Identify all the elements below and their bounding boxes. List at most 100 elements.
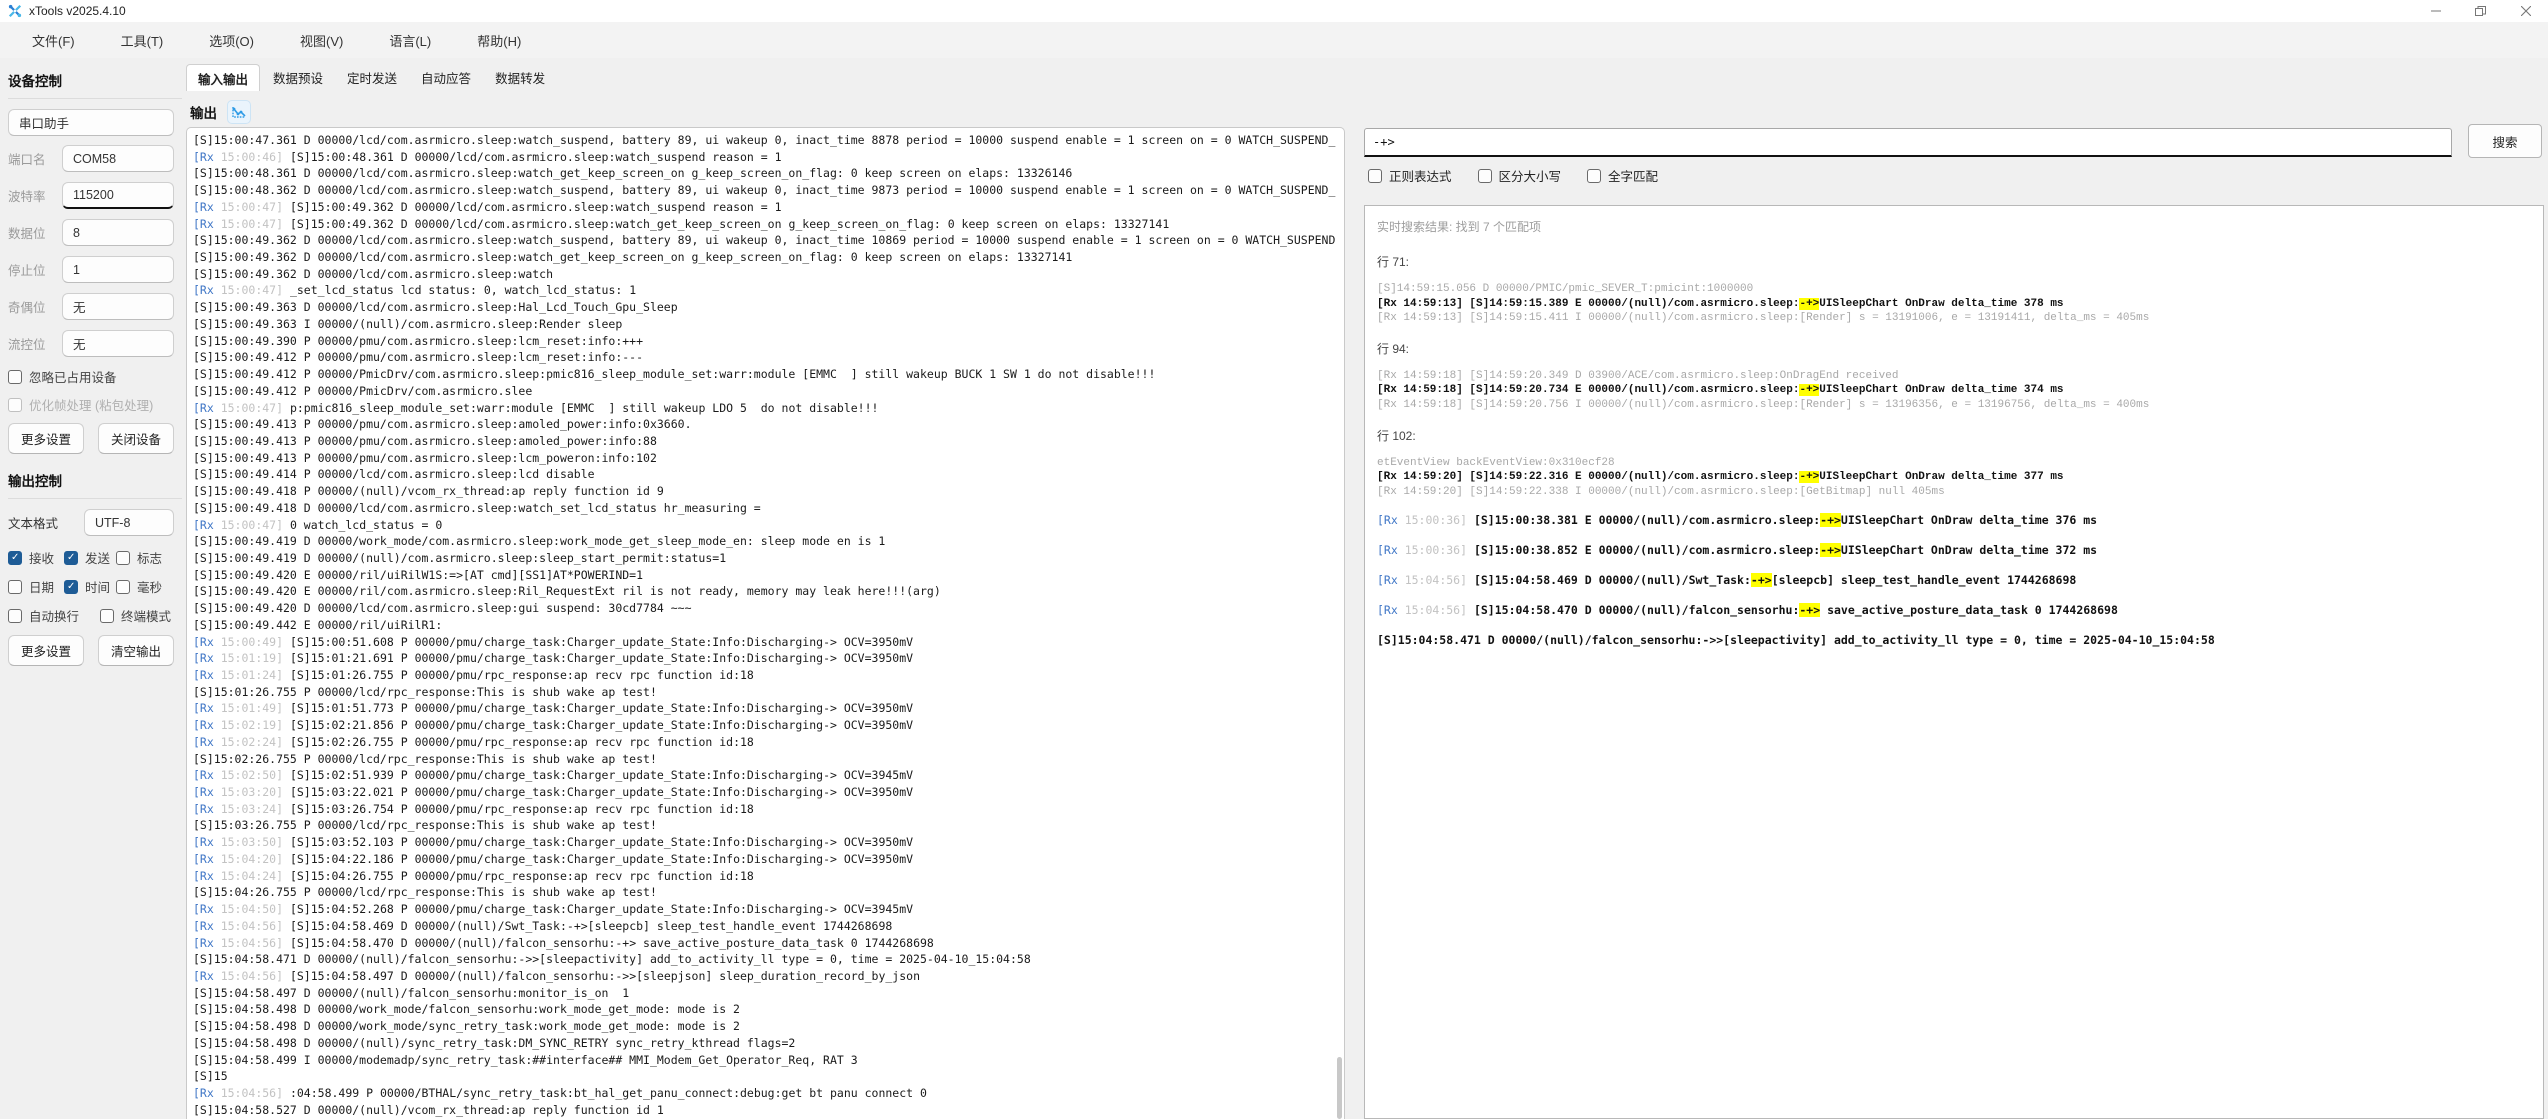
- rx-time: 15:00:47]: [221, 200, 290, 214]
- checkbox-box: [1587, 169, 1601, 183]
- log-line: [S]15:00:49.390 P 00000/pmu/com.asrmicro…: [193, 333, 1344, 350]
- serial-log-output[interactable]: [S]15:00:47.361 D 00000/lcd/com.asrmicro…: [186, 127, 1345, 1119]
- log-line: [Rx 15:00:46] [S]15:00:48.361 D 00000/lc…: [193, 149, 1344, 166]
- match-post: [sleepcb] sleep_test_handle_event 174426…: [1772, 573, 2077, 587]
- log-line: [S]15:00:49.412 P 00000/pmu/com.asrmicro…: [193, 349, 1344, 366]
- menu-item-选项(O)[interactable]: 选项(O): [197, 27, 266, 54]
- close-button[interactable]: [2503, 0, 2548, 22]
- text-format-select[interactable]: UTF-8: [84, 509, 174, 536]
- log-line: [S]15:00:49.362 D 00000/lcd/com.asrmicro…: [193, 249, 1344, 266]
- tab-定时发送[interactable]: 定时发送: [336, 64, 408, 91]
- checkbox-自动换行[interactable]: 自动换行: [8, 606, 100, 625]
- device-type-select[interactable]: 串口助手: [8, 109, 174, 136]
- output-check-row: 接收发送标志: [8, 548, 182, 567]
- field-label: 数据位: [8, 223, 62, 242]
- output-header-row: 输出: [190, 98, 251, 126]
- field-value-数据位[interactable]: 8: [62, 219, 174, 246]
- log-line: [S]15:03:26.755 P 00000/lcd/rpc_response…: [193, 817, 1344, 834]
- minimize-button[interactable]: [2413, 0, 2458, 22]
- field-value-奇偶位[interactable]: 无: [62, 293, 174, 320]
- line-chart-icon: [232, 105, 246, 119]
- field-label: 流控位: [8, 334, 62, 353]
- checkbox-毫秒[interactable]: 毫秒: [116, 577, 162, 596]
- checkbox-label: 全字匹配: [1608, 166, 1658, 185]
- menu-item-帮助(H)[interactable]: 帮助(H): [465, 27, 533, 54]
- rx-time: 15:00:36]: [1405, 543, 1474, 557]
- rx-tag: [Rx: [193, 518, 221, 532]
- context-line: [Rx 14:59:18] [S]14:59:20.756 I 00000/(n…: [1377, 398, 2531, 413]
- checkbox-时间[interactable]: 时间: [64, 577, 116, 596]
- matched-line: [Rx 15:04:56] [S]15:04:58.469 D 00000/(n…: [1377, 573, 2531, 588]
- log-line: [S]15:04:58.471 D 00000/(null)/falcon_se…: [193, 951, 1344, 968]
- output-control-header: 输出控制: [0, 458, 182, 498]
- matched-line: [S]15:04:58.471 D 00000/(null)/falcon_se…: [1377, 633, 2531, 648]
- checkbox-标志[interactable]: 标志: [116, 548, 162, 567]
- more-output-settings-button[interactable]: 更多设置: [8, 635, 84, 666]
- clear-output-button[interactable]: 清空输出: [98, 635, 174, 666]
- checkbox-优化帧处理 (粘包处理)[interactable]: 优化帧处理 (粘包处理): [8, 395, 182, 414]
- close-device-button[interactable]: 关闭设备: [98, 423, 174, 454]
- log-text: :04:58.499 P 00000/BTHAL/sync_retry_task…: [290, 1086, 927, 1100]
- log-line: [S]15:00:49.442 E 00000/ril/uiRilR1:: [193, 617, 1344, 634]
- checkbox-忽略已占用设备[interactable]: 忽略已占用设备: [8, 367, 182, 386]
- rx-tag: [Rx: [193, 401, 221, 415]
- checkbox-label: 正则表达式: [1389, 166, 1452, 185]
- search-summary: 实时搜索结果: 找到 7 个匹配项: [1377, 218, 2531, 235]
- match-post: UISleepChart OnDraw delta_time 374 ms: [1819, 384, 2063, 396]
- rx-time: 15:04:50]: [221, 902, 290, 916]
- device-control-panel: 设备控制 串口助手 端口名COM58波特率115200数据位8停止位1奇偶位无流…: [0, 58, 182, 1119]
- search-results-panel[interactable]: 实时搜索结果: 找到 7 个匹配项 行 71:[S]14:59:15.056 D…: [1364, 205, 2544, 1119]
- menu-item-文件(F)[interactable]: 文件(F): [20, 27, 87, 54]
- menu-item-视图(V)[interactable]: 视图(V): [288, 27, 355, 54]
- tab-数据预设[interactable]: 数据预设: [262, 64, 334, 91]
- tab-输入输出[interactable]: 输入输出: [186, 64, 260, 91]
- checkbox-label: 终端模式: [121, 606, 171, 625]
- checkbox-发送[interactable]: 发送: [64, 548, 116, 567]
- checkbox-全字匹配[interactable]: 全字匹配: [1587, 166, 1658, 185]
- checkbox-区分大小写[interactable]: 区分大小写: [1478, 166, 1562, 185]
- search-button[interactable]: 搜索: [2468, 124, 2542, 158]
- matched-line: [Rx 14:59:13] [S]14:59:15.389 E 00000/(n…: [1377, 297, 2531, 312]
- rx-tag: [Rx: [193, 852, 221, 866]
- checkbox-接收[interactable]: 接收: [8, 548, 64, 567]
- log-line: [S]15: [193, 1068, 1344, 1085]
- checkbox-终端模式[interactable]: 终端模式: [100, 606, 171, 625]
- tab-自动应答[interactable]: 自动应答: [410, 64, 482, 91]
- field-value-端口名[interactable]: COM58: [62, 145, 174, 172]
- matched-line: [Rx 15:00:36] [S]15:00:38.852 E 00000/(n…: [1377, 543, 2531, 558]
- field-label: 停止位: [8, 260, 62, 279]
- log-text: [S]15:04:58.471 D 00000/(null)/falcon_se…: [193, 952, 1031, 966]
- divider: [8, 98, 182, 99]
- field-value-流控位[interactable]: 无: [62, 330, 174, 357]
- plot-toggle-button[interactable]: [227, 100, 251, 124]
- search-result-group: 行 71:[S]14:59:15.056 D 00000/PMIC/pmic_S…: [1377, 253, 2531, 326]
- log-text: [S]15:04:58.498 D 00000/work_mode/sync_r…: [193, 1019, 740, 1033]
- restore-button[interactable]: [2458, 0, 2503, 22]
- log-text: [S]15:01:26.755 P 00000/lcd/rpc_response…: [193, 685, 657, 699]
- checkbox-box: [8, 580, 22, 594]
- match-pre: [S]15:04:58.470 D 00000/(null)/falcon_se…: [1474, 603, 1799, 617]
- more-settings-button[interactable]: 更多设置: [8, 423, 84, 454]
- checkbox-label: 优化帧处理 (粘包处理): [29, 395, 153, 414]
- field-row-奇偶位: 奇偶位无: [8, 293, 174, 320]
- matched-line: [Rx 14:59:18] [S]14:59:20.734 E 00000/(n…: [1377, 383, 2531, 398]
- checkbox-box: [8, 370, 22, 384]
- checkbox-label: 时间: [85, 577, 110, 596]
- search-input[interactable]: -+>: [1364, 128, 2452, 157]
- tab-数据转发[interactable]: 数据转发: [484, 64, 556, 91]
- log-line: [S]15:00:48.362 D 00000/lcd/com.asrmicro…: [193, 182, 1344, 199]
- menu-item-语言(L)[interactable]: 语言(L): [377, 27, 443, 54]
- rx-tag: [Rx: [1377, 573, 1405, 587]
- log-scrollbar[interactable]: [1337, 1057, 1342, 1119]
- field-value-停止位[interactable]: 1: [62, 256, 174, 283]
- checkbox-日期[interactable]: 日期: [8, 577, 64, 596]
- rx-time: 15:00:46]: [221, 150, 290, 164]
- checkbox-正则表达式[interactable]: 正则表达式: [1368, 166, 1452, 185]
- field-value-波特率[interactable]: 115200: [62, 182, 174, 209]
- checkbox-box: [100, 609, 114, 623]
- log-line: [S]15:00:49.362 D 00000/lcd/com.asrmicro…: [193, 232, 1344, 249]
- checkbox-box: [116, 551, 130, 565]
- log-line: [S]15:00:49.363 I 00000/(null)/com.asrmi…: [193, 316, 1344, 333]
- log-text: [S]15:04:58.498 D 00000/(null)/sync_retr…: [193, 1036, 795, 1050]
- menu-item-工具(T)[interactable]: 工具(T): [109, 27, 176, 54]
